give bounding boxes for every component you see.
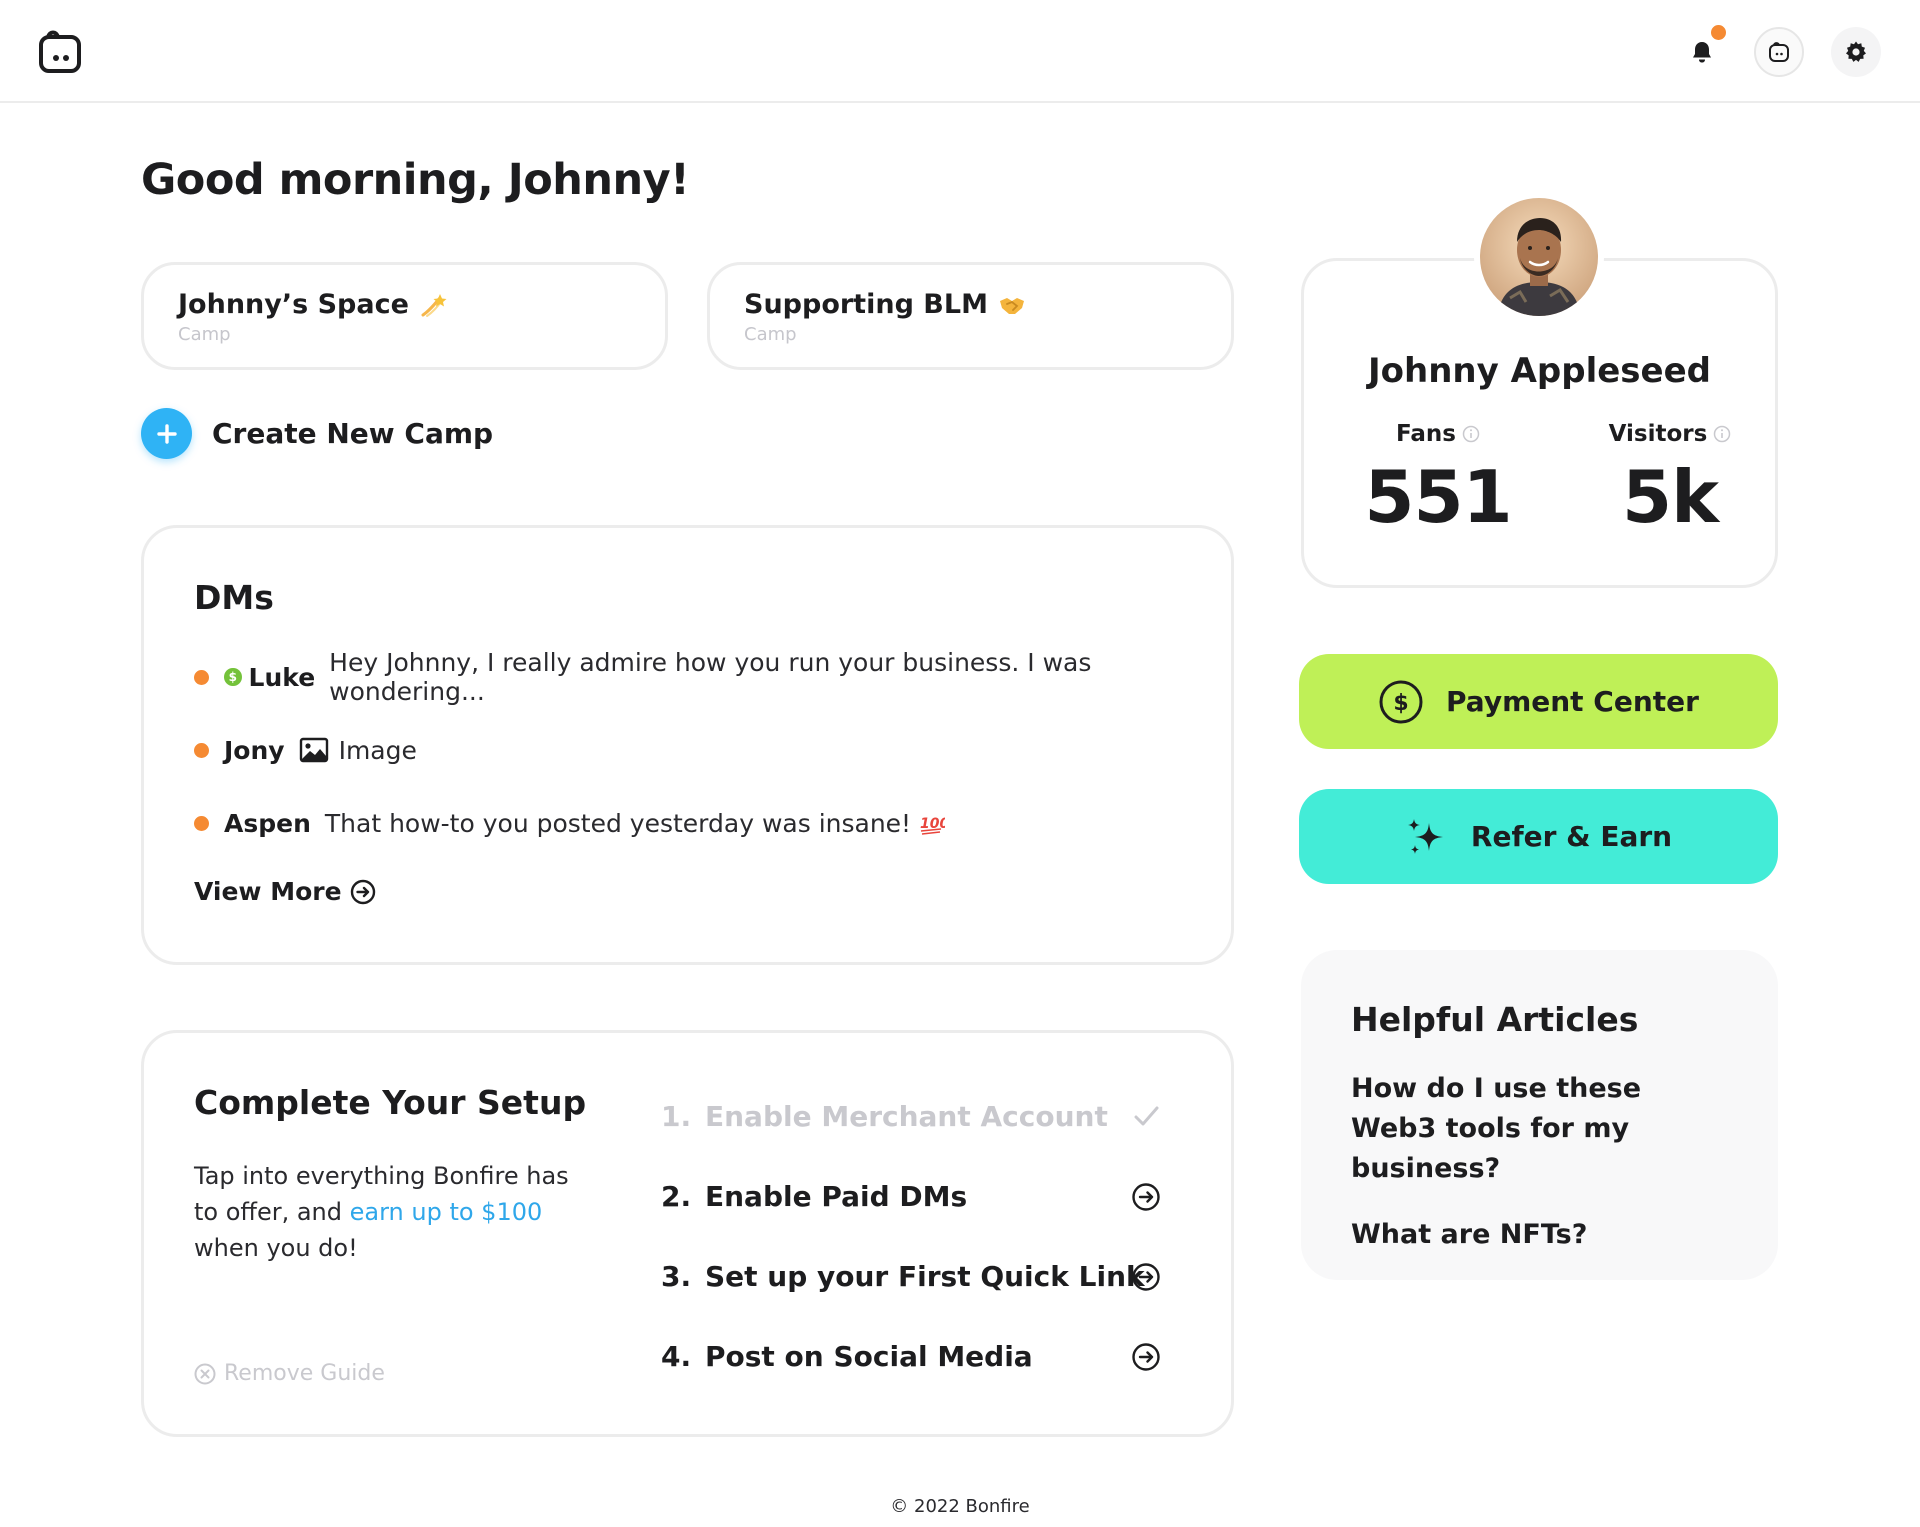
top-bar (0, 0, 1920, 103)
camp-subtitle: Camp (178, 324, 231, 345)
dm-preview: Image (338, 735, 417, 765)
earn-up-to-link[interactable]: earn up to $100 (350, 1198, 543, 1226)
fans-stat: Fans 551 (1338, 421, 1538, 539)
payment-center-button[interactable]: $ Payment Center (1299, 654, 1778, 749)
setup-guide-card: Complete Your Setup Tap into everything … (141, 1030, 1234, 1437)
camp-title: Supporting BLM (744, 289, 988, 320)
step-number: 1. (661, 1099, 692, 1133)
info-icon[interactable] (1713, 425, 1731, 443)
fans-label: Fans (1396, 421, 1456, 447)
refer-earn-label: Refer & Earn (1470, 820, 1673, 853)
svg-text:$: $ (1393, 691, 1408, 716)
step-number: 4. (661, 1339, 692, 1373)
setup-desc-text-end: when you do! (194, 1234, 358, 1262)
checkmark-icon (1134, 1106, 1159, 1126)
page-title: Good morning, Johnny! (141, 155, 690, 205)
setup-step: 1. Enable Merchant Account (661, 1096, 1161, 1136)
avatar[interactable] (1474, 192, 1604, 322)
unread-dot (194, 669, 209, 685)
close-circle-icon (194, 1363, 216, 1384)
visitors-count: 5k (1622, 455, 1719, 539)
hundred-points-icon: 100 (920, 816, 945, 835)
view-more-label: View More (194, 877, 342, 906)
image-icon (299, 737, 328, 763)
bell-icon (1693, 42, 1711, 63)
dm-sender: Jony (224, 735, 285, 765)
unread-dot (194, 815, 209, 831)
setup-step[interactable]: 2. Enable Paid DMs (661, 1176, 1161, 1216)
refer-earn-button[interactable]: Refer & Earn (1299, 789, 1778, 884)
articles-heading: Helpful Articles (1351, 1000, 1639, 1039)
step-number: 2. (661, 1179, 692, 1213)
article-link[interactable]: What are NFTs? (1351, 1215, 1731, 1255)
visitors-label-row: Visitors (1570, 421, 1770, 447)
arrow-circle-right-icon[interactable] (1131, 1342, 1161, 1372)
info-icon[interactable] (1462, 425, 1480, 443)
dm-item-luke[interactable]: $ Luke Hey Johnny, I really admire how y… (194, 648, 1231, 706)
fans-count: 551 (1364, 455, 1512, 539)
plus-icon (141, 408, 192, 459)
create-new-camp-button[interactable]: Create New Camp (141, 408, 493, 459)
handshake-icon (999, 297, 1024, 314)
camp-card-supporting-blm[interactable]: Supporting BLM Camp (707, 262, 1234, 370)
view-more-link[interactable]: View More (194, 877, 1231, 906)
settings-button[interactable] (1831, 27, 1881, 77)
article-link[interactable]: How do I use these Web3 tools for my bus… (1351, 1069, 1731, 1189)
notification-dot (1711, 25, 1726, 40)
setup-description: Tap into everything Bonfire has to offer… (194, 1158, 594, 1266)
create-camp-label: Create New Camp (212, 417, 494, 450)
sparkles-icon (1407, 818, 1443, 854)
shooting-star-icon (421, 293, 447, 317)
camp-subtitle: Camp (744, 324, 797, 345)
dm-item-aspen[interactable]: Aspen That how-to you posted yesterday w… (194, 803, 1231, 843)
bonfire-logo-icon[interactable] (38, 28, 82, 74)
remove-guide-button[interactable]: Remove Guide (194, 1361, 385, 1386)
dm-preview: That how-to you posted yesterday was ins… (324, 808, 912, 838)
visitors-label: Visitors (1608, 421, 1708, 447)
dm-list: $ Luke Hey Johnny, I really admire how y… (194, 648, 1231, 843)
dm-preview: Hey Johnny, I really admire how you run … (329, 648, 1092, 706)
visitors-stat: Visitors 5k (1570, 421, 1770, 539)
dms-heading: DMs (194, 578, 274, 617)
helpful-articles-card: Helpful Articles How do I use these Web3… (1301, 950, 1778, 1280)
setup-step[interactable]: 3. Set up your First Quick Link (661, 1256, 1161, 1296)
camp-title-row: Supporting BLM (744, 289, 1231, 320)
setup-step[interactable]: 4. Post on Social Media (661, 1336, 1161, 1376)
step-label: Post on Social Media (705, 1339, 1033, 1373)
camp-title-row: Johnny’s Space (178, 289, 665, 320)
step-label: Enable Paid DMs (705, 1179, 968, 1213)
dm-item-jony[interactable]: Jony Image (194, 730, 1231, 770)
dollar-circle-icon: $ (1379, 680, 1423, 723)
fans-label-row: Fans (1338, 421, 1538, 447)
setup-steps: 1. Enable Merchant Account 2. Enable Pai… (661, 1096, 1161, 1376)
paid-dm-dollar-icon: $ (224, 668, 242, 686)
dm-sender: Luke (248, 662, 316, 692)
camp-card-johnnys-space[interactable]: Johnny’s Space Camp (141, 262, 668, 370)
avatar-face-icon (1769, 42, 1789, 62)
remove-guide-label: Remove Guide (224, 1361, 385, 1386)
dms-card: DMs $ Luke Hey Johnny, I really admire h… (141, 525, 1234, 965)
profile-menu-button[interactable] (1754, 27, 1804, 77)
arrow-circle-right-icon (350, 879, 375, 904)
arrow-circle-right-icon[interactable] (1131, 1182, 1161, 1212)
step-label: Set up your First Quick Link (705, 1259, 1145, 1293)
payment-center-label: Payment Center (1446, 685, 1699, 718)
unread-dot (194, 742, 209, 758)
step-label: Enable Merchant Account (705, 1099, 1108, 1133)
profile-photo (1480, 198, 1598, 316)
gear-icon (1846, 41, 1866, 62)
footer-copyright: © 2022 Bonfire (890, 1496, 1030, 1517)
step-number: 3. (661, 1259, 692, 1293)
camp-title: Johnny’s Space (178, 289, 409, 320)
dm-sender: Aspen (224, 808, 311, 838)
profile-name: Johnny Appleseed (1367, 351, 1712, 391)
arrow-circle-right-icon[interactable] (1131, 1262, 1161, 1292)
